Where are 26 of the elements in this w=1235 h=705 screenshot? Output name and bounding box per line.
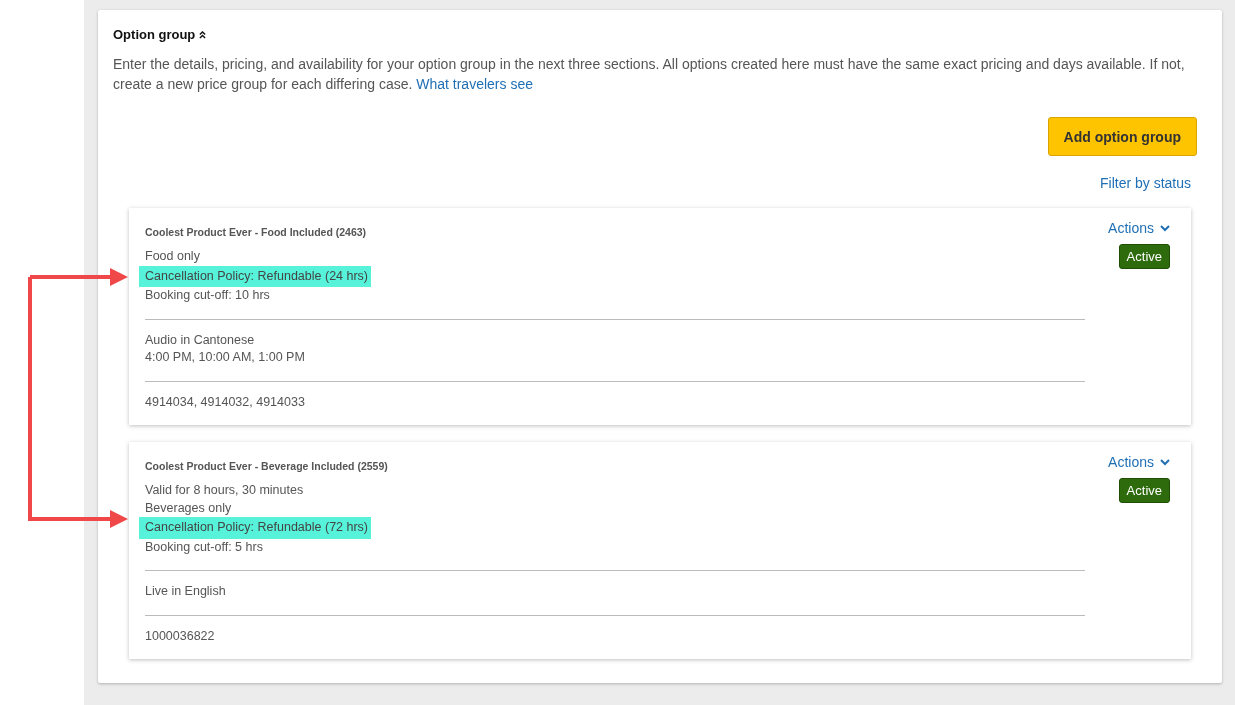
- status-badge: Active: [1118, 244, 1170, 269]
- detail-text: Food only: [144, 248, 201, 265]
- highlighted-text: Cancellation Policy: Refundable (24 hrs): [139, 265, 372, 287]
- filter-by-status-link[interactable]: Filter by status: [1099, 175, 1191, 191]
- detail-text: Live in English: [144, 583, 227, 600]
- detail-text: 1000036822: [144, 627, 216, 645]
- detail-text: Booking cut-off: 5 hrs: [144, 538, 264, 556]
- detail-text: Booking cut-off: 10 hrs: [144, 287, 271, 304]
- detail-text: Valid for 8 hours, 30 minutes: [144, 482, 305, 499]
- detail-text: Beverages only: [144, 499, 233, 517]
- caret-icon: [1160, 458, 1170, 466]
- detail-text: 4914034, 4914032, 4914033: [144, 393, 306, 411]
- option-group-title: Coolest Product Ever - Food Included (2463): [145, 226, 367, 238]
- collapse-chevron-icon[interactable]: [199, 30, 207, 39]
- section-title: Option group: [113, 27, 196, 42]
- what-travelers-see-link[interactable]: What travelers see: [416, 76, 533, 92]
- highlighted-text: Cancellation Policy: Refundable (72 hrs): [139, 517, 372, 539]
- section-description: Enter the details, pricing, and availability for your option group in the next three sections. All options created here must have the same exact pricing and days available. If not, create a new price group for each differing case. What travelers see: [113, 55, 1186, 94]
- detail-text: Audio in Cantonese: [144, 331, 256, 349]
- option-group-title: Coolest Product Ever - Beverage Included (2559): [145, 460, 388, 472]
- actions-dropdown[interactable]: Actions: [1108, 220, 1170, 236]
- detail-text: 4:00 PM, 10:00 AM, 1:00 PM: [144, 349, 306, 366]
- status-badge: Active: [1118, 478, 1170, 503]
- actions-dropdown[interactable]: Actions: [1108, 454, 1170, 470]
- caret-icon: [1160, 224, 1170, 232]
- add-option-group-button[interactable]: Add option group: [1047, 117, 1197, 156]
